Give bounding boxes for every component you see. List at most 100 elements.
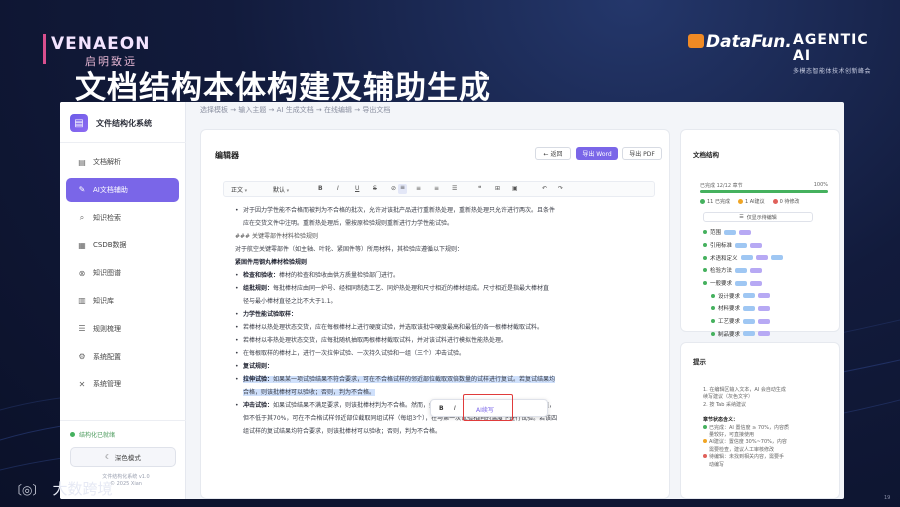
complete-dot-icon: [703, 268, 707, 273]
align-right-button[interactable]: ≡: [434, 185, 439, 192]
export-pdf-button[interactable]: 导出 PDF: [622, 147, 662, 160]
align-center-button[interactable]: ≡: [416, 185, 421, 192]
editor-line: 拉伸试验：如果某一项试验结果不符合要求，可在不合格试样的邻近部位截取双倍数量的试…: [235, 373, 639, 386]
structure-node[interactable]: 设计要求: [703, 289, 833, 302]
italic-button[interactable]: I: [337, 185, 339, 192]
brand-accent-bar: [43, 34, 46, 64]
structure-node-label: 制品要求: [718, 331, 741, 338]
structure-node-label: 范围: [710, 230, 722, 237]
structure-node[interactable]: 引用标准: [703, 239, 833, 252]
underline-button[interactable]: U: [355, 185, 359, 192]
structure-node[interactable]: 制品要求: [703, 328, 833, 341]
sidebar-item-7[interactable]: ⚙ 系统配置: [66, 345, 179, 369]
image-button[interactable]: ▣: [512, 185, 518, 192]
complete-dot-icon: [703, 255, 707, 260]
graph-icon: ⊗: [78, 268, 86, 278]
sidebar-item-1[interactable]: ✎ AI文档辅助: [66, 177, 179, 202]
editor-line-text: 拉伸试验：如果某一项试验结果不符合要求，可在不合格试样的邻近部位截取双倍数量的试…: [243, 376, 556, 383]
status-tag: [743, 331, 756, 337]
filter-icon: ☰: [739, 214, 744, 220]
sidebar-item-label: 知识图谱: [93, 269, 121, 278]
editor-line: 检查和验收：棒材的检查和验收由供方质量检验部门进行。: [235, 269, 639, 282]
complete-dot-icon: [703, 230, 707, 235]
status-tag: [724, 229, 737, 235]
editor-line: 对于因力学性能不合格而被判为不合格的批次，允许对该批产品进行重新热处理，重新热处…: [235, 204, 639, 217]
table-button[interactable]: ⊞: [495, 185, 500, 192]
bold-button[interactable]: B: [318, 185, 323, 192]
sidebar-item-3[interactable]: ▦ CSDB数据: [66, 233, 179, 257]
strikethrough-button[interactable]: S: [373, 185, 377, 192]
document-structure-panel: 文档结构 已完成 12/12 章节 100% 11 已完成 1 AI建议 0 待修改 …: [680, 129, 840, 338]
search-icon: ⌕: [79, 212, 85, 222]
undo-button[interactable]: ↶: [542, 185, 547, 192]
tips-title: 提示: [693, 358, 706, 366]
bottom-brand-text: 大数跨境: [52, 480, 113, 498]
paragraph-style-select[interactable]: 正文: [231, 185, 247, 194]
quote-button[interactable]: ❝: [478, 185, 481, 192]
sidebar-item-2[interactable]: ⌕ 知识检索: [66, 206, 179, 230]
redo-button[interactable]: ↷: [558, 185, 563, 192]
structure-node-label: 术语和定义: [710, 255, 738, 262]
status-tag: [735, 242, 748, 248]
status-meaning-item: AI建议：置信度 30%~70%，内容: [703, 439, 831, 446]
sidebar-item-4[interactable]: ⊗ 知识图谱: [66, 261, 179, 285]
status-tag: [758, 331, 771, 337]
editor-line-text: 对于航空关键零部件（如主轴、叶轮、紧固件等）所用材料，其检验应遵循以下规则：: [235, 246, 464, 253]
datafun-text: DataFun.: [706, 32, 792, 52]
structure-node[interactable]: 材料要求: [703, 302, 833, 315]
structure-node[interactable]: 一般要求: [703, 277, 833, 290]
datafun-icon: [688, 34, 704, 48]
editor-line: 力学性能试验取样：: [235, 308, 639, 321]
sidebar-item-label: 规则梳理: [93, 324, 121, 333]
dark-mode-button[interactable]: ☾ 深色模式: [70, 447, 176, 467]
structure-node-label: 设计要求: [718, 293, 741, 300]
status-tag: [750, 267, 763, 273]
status-meaning-item: 待编辑：未找到相关内容，需要手: [703, 454, 831, 461]
filter-editable-button[interactable]: ☰ 仅显示待编辑: [703, 212, 813, 222]
editor-line-text: 若棒材以非热处理状态交货，应每批随机抽取两根棒材截取试料，并对该试料进行模拟性能…: [243, 337, 508, 344]
status-tag: [739, 229, 752, 235]
status-meaning-label: AI建议：置信度 30%~70%，内容: [709, 439, 787, 446]
sidebar-item-8[interactable]: ✕ 系统管理: [66, 372, 179, 396]
status-meaning-item: 已完成：AI 置信度 ≥ 70%，内容质: [703, 424, 831, 432]
editor-line-text: 组试样的复试结果均符合要求，则该批棒材可以验收；否则，判为不合格。: [243, 428, 442, 435]
structure-node[interactable]: 范围: [703, 226, 833, 239]
editor-line: 径与最小棒材直径之比不大于1.1。: [235, 295, 639, 308]
progress-percent: 100%: [813, 182, 828, 188]
editor-line-text: 对于因力学性能不合格而被判为不合格的批次，允许对该批产品进行重新热处理，重新热处…: [243, 207, 556, 214]
editor-line-text: 检查和验收：棒材的检查和验收由供方质量检验部门进行。: [243, 272, 399, 279]
link-icon[interactable]: ⊘: [391, 185, 396, 192]
structure-node[interactable]: 工艺要求: [703, 315, 833, 328]
align-left-button[interactable]: ≡: [398, 184, 408, 194]
legend-label: 1 AI建议: [744, 199, 765, 205]
status-tag: [758, 293, 771, 299]
editor-line: ### 关键零部件材料检验规则: [235, 230, 639, 243]
editor-line-bold: 拉伸试验：: [243, 376, 274, 383]
list-button[interactable]: ☰: [452, 185, 457, 192]
progress-fill: [700, 190, 828, 193]
structure-node[interactable]: 检验方法: [703, 264, 833, 277]
status-tag: [743, 305, 756, 311]
back-button[interactable]: ← 返回: [535, 147, 571, 160]
structure-node[interactable]: 术语和定义: [703, 251, 833, 264]
status-dot-icon: [703, 439, 707, 444]
export-word-button[interactable]: 导出 Word: [576, 147, 618, 160]
editor-line-text: 若棒材以热处理状态交货，应在每根棒材上进行硬度试验，并选取该批中硬度最高和最低的…: [243, 324, 544, 331]
editor-line-bold: 组批规则：: [243, 285, 274, 292]
float-italic-button[interactable]: I: [454, 405, 456, 412]
sidebar-item-0[interactable]: ▤ 文档解析: [66, 150, 179, 174]
sidebar-item-label: AI文档辅助: [93, 185, 128, 194]
float-bold-button[interactable]: B: [439, 405, 444, 412]
structure-tree: 范围引用标准术语和定义检验方法 一般要求设计要求材料要求工艺要求制品要求: [703, 226, 833, 340]
structure-node-label: 材料要求: [718, 306, 741, 313]
sidebar-item-5[interactable]: ▥ 知识库: [66, 289, 179, 313]
sidebar-item-6[interactable]: ☰ 规则梳理: [66, 317, 179, 341]
editor-content[interactable]: 对于因力学性能不合格而被判为不合格的批次，允许对该批产品进行重新热处理，重新热处…: [235, 204, 639, 499]
font-select[interactable]: 默认: [273, 185, 289, 194]
tips-panel: 提示 1. 在编辑区输入文本，AI 会自动生成 续写建议（灰色文字） 2. 按 Ta…: [680, 342, 840, 499]
editor-line: 若棒材以热处理状态交货，应在每根棒材上进行硬度试验，并选取该批中硬度最高和最低的…: [235, 321, 639, 334]
complete-dot-icon: [703, 243, 707, 248]
legend-dot-icon: [772, 199, 778, 204]
status-tag: [743, 318, 756, 324]
editor-line-rest: 如果某一项试验结果不符合要求，可在不合格试样的邻近部位截取双倍数量的试样进行复试…: [273, 376, 556, 383]
